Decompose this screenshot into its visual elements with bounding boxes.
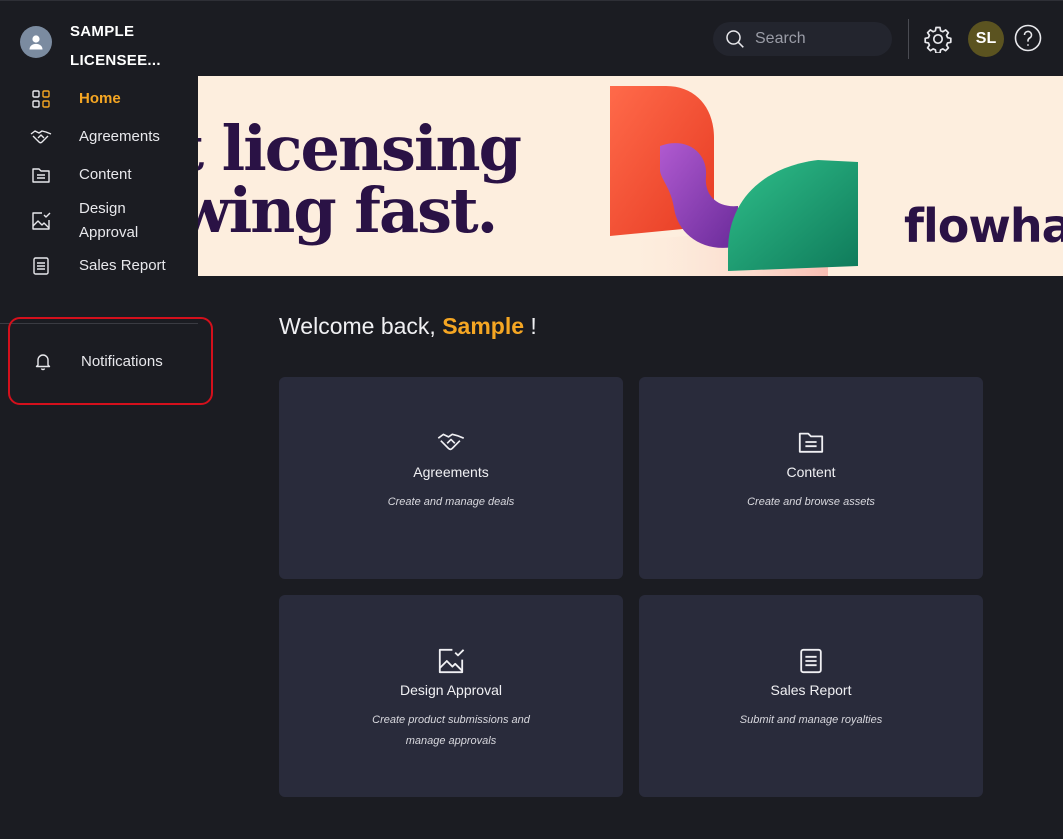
- topbar-divider: [908, 19, 909, 59]
- account-switcher[interactable]: SAMPLE LICENSEE...: [20, 17, 170, 75]
- sidebar-item-home[interactable]: Home: [0, 81, 198, 117]
- sidebar-item-notifications[interactable]: Notifications: [8, 317, 213, 405]
- settings-button[interactable]: [922, 23, 954, 55]
- help-icon: [1014, 24, 1042, 52]
- sidebar-item-design-approval[interactable]: Design Approval: [0, 193, 198, 249]
- folder-icon: [639, 429, 983, 457]
- card-title: Design Approval: [400, 682, 502, 698]
- sidebar-item-label: Sales Report: [79, 257, 166, 274]
- sidebar-item-sales-report[interactable]: Sales Report: [0, 249, 198, 283]
- welcome-message: Welcome back, Sample !: [279, 313, 537, 340]
- handshake-icon: [30, 126, 52, 148]
- sidebar-item-label: Agreements: [79, 128, 160, 145]
- banner-illustration: [610, 86, 858, 276]
- handshake-icon: [279, 429, 623, 457]
- card-subtitle: Create and manage deals: [387, 496, 515, 508]
- card-subtitle: Create and browse assets: [747, 496, 875, 508]
- image-check-icon: [30, 210, 52, 232]
- account-avatar-icon: [20, 26, 52, 58]
- card-subtitle: Create product submissions and manage ap…: [372, 714, 530, 747]
- sidebar-nav: Home Agreements Content Design Approval: [0, 81, 198, 283]
- card-title: Agreements: [413, 464, 489, 480]
- card-subtitle: Submit and manage royalties: [739, 714, 883, 726]
- grid-icon: [30, 88, 52, 110]
- gear-icon: [924, 25, 952, 53]
- search-icon: [725, 29, 745, 49]
- sidebar-item-agreements[interactable]: Agreements: [0, 117, 198, 157]
- sidebar-item-label: Home: [79, 90, 121, 107]
- image-check-icon: [279, 647, 623, 675]
- card-title: Sales Report: [770, 682, 852, 698]
- brand-logo: flowhaven: [904, 199, 1063, 253]
- sidebar-item-content[interactable]: Content: [0, 157, 198, 193]
- document-icon: [639, 647, 983, 675]
- search-input[interactable]: [755, 30, 885, 48]
- welcome-user-name: Sample: [442, 313, 525, 339]
- sidebar: SAMPLE LICENSEE... Home Agreements Conte…: [0, 1, 213, 839]
- document-icon: [30, 255, 52, 277]
- card-content[interactable]: Content Create and browse assets: [639, 377, 983, 579]
- folder-icon: [30, 164, 52, 186]
- app-window: SAMPLE LICENSEE... Home Agreements Conte…: [0, 0, 1063, 839]
- sidebar-item-label: Design Approval: [79, 200, 139, 241]
- account-name: SAMPLE LICENSEE...: [70, 23, 161, 69]
- banner-headline-line: owing fast.: [198, 174, 498, 247]
- sidebar-item-label: Content: [79, 166, 132, 183]
- welcome-prefix: Welcome back,: [279, 313, 436, 339]
- bell-icon: [32, 350, 54, 372]
- card-design-approval[interactable]: Design Approval Create product submissio…: [279, 595, 623, 797]
- promo-banner[interactable]: et licensing owing fast. flowhaven: [198, 76, 1063, 276]
- user-avatar[interactable]: SL: [968, 21, 1004, 57]
- banner-headline: et licensing owing fast.: [198, 118, 522, 242]
- welcome-suffix: !: [530, 313, 537, 339]
- card-agreements[interactable]: Agreements Create and manage deals: [279, 377, 623, 579]
- sidebar-item-label: Notifications: [81, 352, 163, 370]
- card-title: Content: [786, 464, 836, 480]
- search-box[interactable]: [713, 22, 892, 56]
- card-sales-report[interactable]: Sales Report Submit and manage royalties: [639, 595, 983, 797]
- help-button[interactable]: [1013, 23, 1043, 53]
